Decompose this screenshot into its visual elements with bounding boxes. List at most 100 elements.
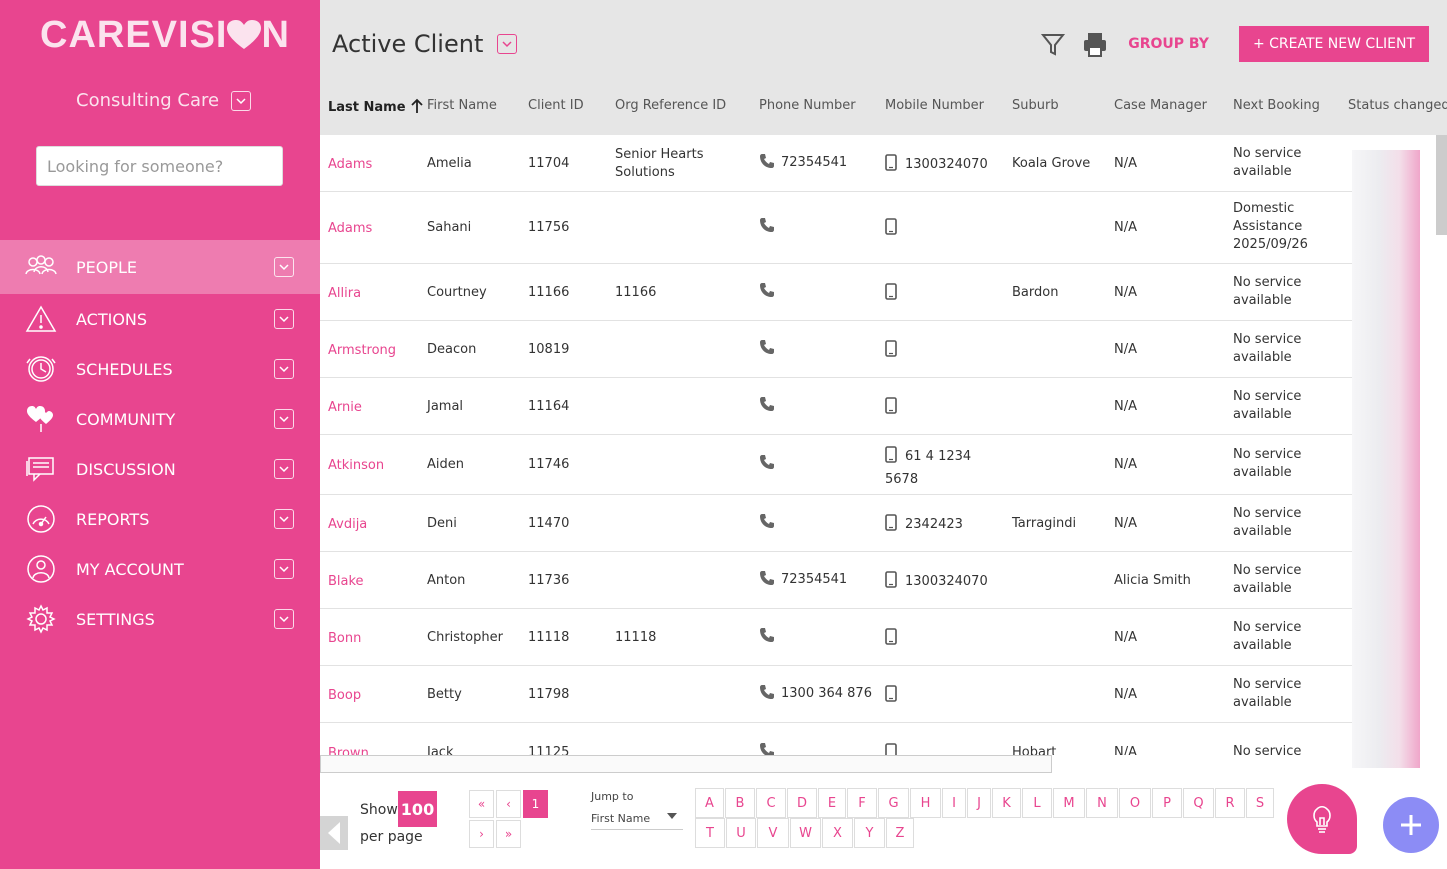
table-row[interactable]: Brown Jack 11125 Hobart N/A No service (320, 723, 1352, 755)
nav-item-people[interactable]: PEOPLE (0, 240, 320, 294)
nav-item-reports[interactable]: REPORTS (0, 494, 320, 544)
mobile-icon[interactable] (885, 397, 897, 414)
table-row[interactable]: Adams Sahani 11756 N/A Domestic Assistance 202… (320, 192, 1352, 264)
nav-item-my-account[interactable]: MY ACCOUNT (0, 544, 320, 594)
letter-filter-l[interactable]: L (1022, 788, 1052, 818)
table-row[interactable]: Arnie Jamal 11164 N/A No service available (320, 378, 1352, 435)
chevron-down-icon[interactable] (274, 509, 294, 529)
letter-filter-u[interactable]: U (726, 818, 756, 848)
column-header-suburb[interactable]: Suburb (1012, 98, 1059, 113)
column-header-org-ref[interactable]: Org Reference ID (615, 98, 726, 113)
table-row[interactable]: Armstrong Deacon 10819 N/A No service availab… (320, 321, 1352, 378)
chevron-down-icon[interactable] (274, 409, 294, 429)
mobile-number[interactable]: 61 4 1234 (905, 449, 971, 464)
vertical-scrollbar[interactable] (1436, 135, 1447, 235)
phone-icon[interactable] (759, 684, 775, 700)
column-header-phone[interactable]: Phone Number (759, 98, 856, 113)
letter-filter-d[interactable]: D (787, 788, 817, 818)
last-name-link[interactable]: Brown (328, 745, 369, 755)
phone-icon[interactable] (759, 282, 775, 298)
column-header-next-booking[interactable]: Next Booking (1233, 98, 1320, 113)
column-header-case-manager[interactable]: Case Manager (1114, 98, 1207, 113)
phone-icon[interactable] (759, 454, 775, 470)
last-page-button[interactable]: » (496, 820, 521, 848)
nav-item-actions[interactable]: ACTIONS (0, 294, 320, 344)
mobile-icon[interactable] (885, 218, 897, 235)
page-size-select[interactable]: 100 (398, 791, 437, 827)
letter-filter-n[interactable]: N (1086, 788, 1118, 818)
mobile-icon[interactable] (885, 628, 897, 645)
letter-filter-j[interactable]: J (967, 788, 991, 818)
last-name-link[interactable]: Boop (328, 687, 361, 705)
jump-to-select[interactable]: First Name (591, 808, 683, 830)
table-row[interactable]: Avdija Deni 11470 2342423 Tarragindi N/A No se… (320, 495, 1352, 552)
org-switcher[interactable]: Consulting Care (76, 90, 252, 111)
phone-number[interactable]: 72354541 (781, 155, 847, 170)
letter-filter-r[interactable]: R (1215, 788, 1245, 818)
first-page-button[interactable]: « (469, 790, 494, 818)
letter-filter-a[interactable]: A (695, 788, 724, 818)
letter-filter-b[interactable]: B (725, 788, 755, 818)
letter-filter-y[interactable]: Y (854, 818, 885, 848)
letter-filter-x[interactable]: X (822, 818, 853, 848)
phone-icon[interactable] (759, 153, 775, 169)
letter-filter-t[interactable]: T (695, 818, 725, 848)
mobile-icon[interactable] (885, 154, 897, 171)
table-row[interactable]: Atkinson Aiden 11746 61 4 1234 5678 N/A No ser… (320, 435, 1352, 495)
table-row[interactable]: Boop Betty 11798 1300 364 876 N/A No service a… (320, 666, 1352, 723)
letter-filter-w[interactable]: W (790, 818, 821, 848)
print-icon[interactable] (1082, 30, 1108, 58)
letter-filter-q[interactable]: Q (1183, 788, 1214, 818)
tips-button[interactable] (1287, 784, 1357, 854)
page-1-button[interactable]: 1 (523, 790, 548, 818)
phone-number[interactable]: 72354541 (781, 572, 847, 587)
chevron-down-icon[interactable] (274, 257, 294, 277)
column-header-mobile[interactable]: Mobile Number (885, 98, 984, 113)
next-page-button[interactable]: › (469, 820, 494, 848)
column-header-last-name[interactable]: Last Name (328, 98, 424, 115)
last-name-link[interactable]: Avdija (328, 516, 367, 534)
last-name-link[interactable]: Adams (328, 220, 372, 238)
add-button[interactable] (1383, 797, 1439, 853)
chevron-down-icon[interactable] (274, 609, 294, 629)
letter-filter-k[interactable]: K (992, 788, 1021, 818)
search-input[interactable] (36, 146, 283, 186)
mobile-icon[interactable] (885, 743, 897, 755)
chevron-down-icon[interactable] (497, 34, 518, 54)
phone-number[interactable]: 1300 364 876 (781, 686, 872, 701)
last-name-link[interactable]: Adams (328, 156, 372, 174)
last-name-link[interactable]: Blake (328, 573, 364, 591)
filter-icon[interactable] (1040, 30, 1066, 58)
letter-filter-e[interactable]: E (818, 788, 846, 818)
group-by-button[interactable]: GROUP BY (1128, 36, 1209, 52)
column-header-client-id[interactable]: Client ID (528, 98, 584, 113)
chevron-down-icon[interactable] (274, 459, 294, 479)
letter-filter-o[interactable]: O (1119, 788, 1151, 818)
table-row[interactable]: Bonn Christopher 11118 11118 N/A No service av… (320, 609, 1352, 666)
chevron-down-icon[interactable] (274, 309, 294, 329)
phone-icon[interactable] (759, 627, 775, 643)
horizontal-scrollbar[interactable] (320, 755, 1052, 773)
chevron-down-icon[interactable] (274, 559, 294, 579)
last-name-link[interactable]: Armstrong (328, 342, 396, 360)
chevron-down-icon[interactable] (231, 90, 252, 111)
prev-page-button[interactable]: ‹ (496, 790, 521, 818)
phone-icon[interactable] (759, 217, 775, 233)
table-row[interactable]: Blake Anton 11736 72354541 1300324070 Alicia … (320, 552, 1352, 609)
letter-filter-v[interactable]: V (757, 818, 789, 848)
mobile-icon[interactable] (885, 514, 897, 531)
letter-filter-p[interactable]: P (1152, 788, 1182, 818)
mobile-number[interactable]: 1300324070 (905, 574, 988, 589)
mobile-icon[interactable] (885, 685, 897, 702)
letter-filter-c[interactable]: C (756, 788, 786, 818)
phone-icon[interactable] (759, 396, 775, 412)
letter-filter-g[interactable]: G (878, 788, 909, 818)
nav-item-schedules[interactable]: SCHEDULES (0, 344, 320, 394)
mobile-icon[interactable] (885, 571, 897, 588)
letter-filter-h[interactable]: H (910, 788, 941, 818)
mobile-icon[interactable] (885, 340, 897, 357)
phone-icon[interactable] (759, 339, 775, 355)
mobile-icon[interactable] (885, 283, 897, 300)
nav-item-settings[interactable]: SETTINGS (0, 594, 320, 644)
phone-icon[interactable] (759, 570, 775, 586)
